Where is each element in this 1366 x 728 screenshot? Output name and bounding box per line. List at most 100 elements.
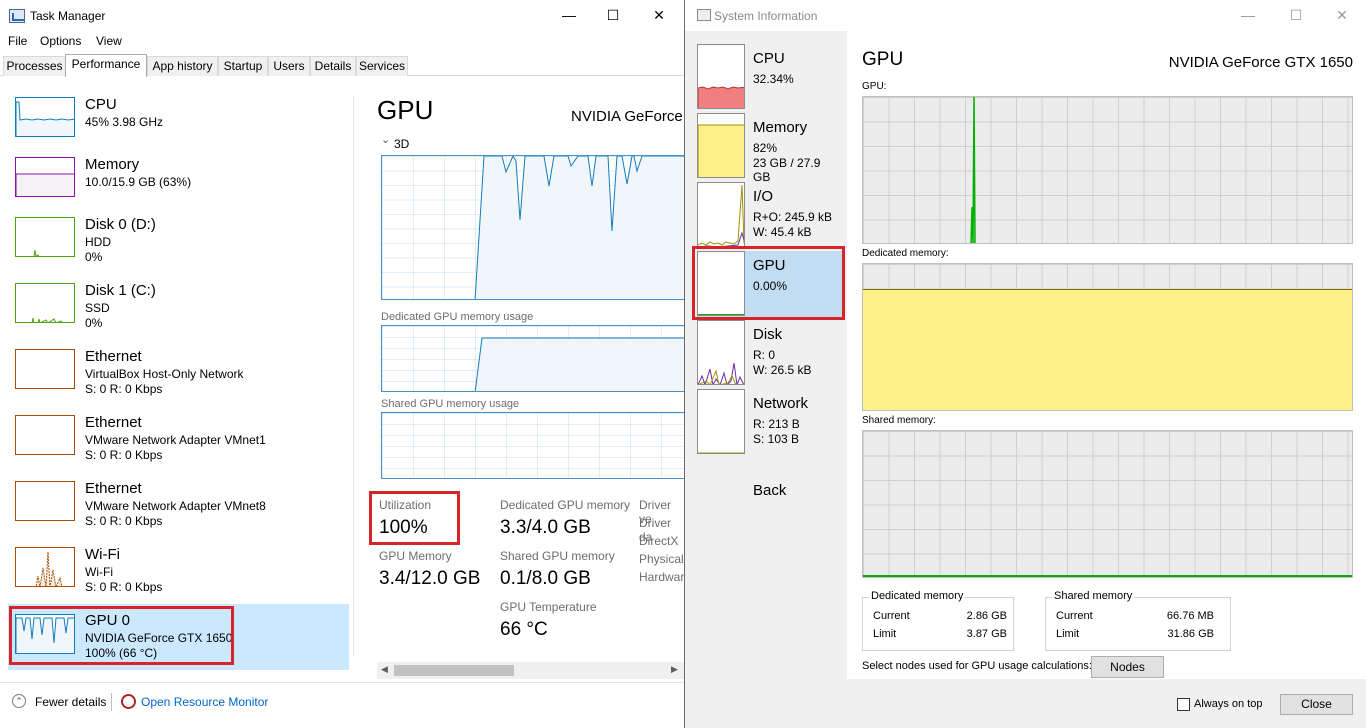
dedicated-memory-graph-label: Dedicated GPU memory usage [381, 311, 534, 323]
sidebar-item-detail: HDD [85, 235, 111, 249]
sidebar-item-ethernet-3[interactable]: Ethernet VMware Network Adapter VMnet8 S… [8, 478, 349, 544]
sidebar-item-detail-2: S: 0 R: 0 Kbps [85, 448, 163, 462]
minimize-button[interactable]: — [1225, 0, 1271, 31]
menu-options[interactable]: Options [40, 34, 81, 48]
sidebar-item-disk-0[interactable]: Disk 0 (D:) HDD 0% [8, 214, 349, 280]
panel-title: GPU [862, 49, 904, 70]
nav-item-detail-2: W: 45.4 kB [753, 225, 812, 239]
menu-bar: File Options View [0, 31, 684, 51]
tab-performance[interactable]: Performance [65, 54, 147, 77]
gpu-memory-label: GPU Memory [379, 549, 452, 563]
sidebar-item-detail: 10.0/15.9 GB (63%) [85, 175, 192, 189]
gpu-detail-panel: GPU NVIDIA GeForce GTX 1650 GPU: Dedicat… [847, 31, 1366, 679]
network-graph-icon [15, 349, 75, 389]
sidebar-item-gpu-0[interactable]: GPU 0 NVIDIA GeForce GTX 1650 100% (66 °… [8, 604, 349, 670]
nav-item-title: I/O [753, 188, 774, 205]
nav-item-gpu[interactable]: GPU 0.00% [697, 251, 843, 317]
tab-services[interactable]: Services [356, 56, 408, 76]
sidebar-item-disk-1[interactable]: Disk 1 (C:) SSD 0% [8, 280, 349, 346]
chevron-down-icon[interactable]: ⌄ [381, 133, 390, 146]
open-resource-monitor-link[interactable]: Open Resource Monitor [141, 695, 268, 709]
sidebar-item-detail-2: S: 0 R: 0 Kbps [85, 382, 163, 396]
tab-processes[interactable]: Processes [3, 56, 66, 76]
gpu-graph-icon [15, 614, 75, 654]
disk-graph-icon [15, 283, 75, 323]
fewer-details-button[interactable]: Fewer details [35, 695, 106, 709]
tab-strip: Processes Performance App history Startu… [0, 54, 684, 77]
nav-item-network[interactable]: Network R: 213 B S: 103 B [697, 389, 837, 455]
sidebar-item-detail-2: 100% (66 °C) [85, 646, 158, 660]
menu-file[interactable]: File [8, 34, 27, 48]
nav-item-memory[interactable]: Memory 82% 23 GB / 27.9 GB [697, 113, 837, 184]
dedicated-current-label: Current [873, 610, 910, 622]
title-bar[interactable]: Task Manager — ☐ ✕ [0, 0, 684, 31]
chevron-up-icon[interactable]: ⌃ [12, 694, 26, 708]
always-on-top-checkbox[interactable] [1177, 698, 1190, 711]
nav-item-title: CPU [753, 50, 785, 67]
tab-users[interactable]: Users [268, 56, 310, 76]
always-on-top-label[interactable]: Always on top [1194, 698, 1262, 710]
sidebar-item-detail-2: 0% [85, 250, 103, 264]
directx-label: DirectX [639, 534, 679, 548]
dedicated-memory-box: Dedicated memory Current 2.86 GB Limit 3… [862, 590, 1014, 651]
close-button[interactable]: ✕ [1319, 0, 1365, 31]
window-title: System Information [714, 9, 818, 23]
menu-view[interactable]: View [96, 34, 122, 48]
dedicated-memory-graph-label: Dedicated memory: [862, 248, 949, 259]
engine-selector[interactable]: 3D [394, 137, 409, 151]
sidebar-item-title: GPU 0 [85, 612, 131, 629]
task-manager-window: Task Manager — ☐ ✕ File Options View Pro… [0, 0, 684, 728]
nav-item-io[interactable]: I/O R+O: 245.9 kB W: 45.4 kB [697, 182, 837, 248]
nav-item-detail: R: 213 B [753, 417, 800, 431]
cpu-graph-icon [15, 97, 75, 137]
maximize-button[interactable]: ☐ [590, 0, 636, 31]
gpu-temperature-value: 66 °C [500, 619, 548, 640]
dedicated-limit-label: Limit [873, 628, 897, 640]
sidebar-item-wifi[interactable]: Wi-Fi Wi-Fi S: 0 R: 0 Kbps [8, 544, 349, 610]
shared-current-label: Current [1056, 610, 1093, 622]
tab-details[interactable]: Details [310, 56, 356, 76]
dedicated-limit-value: 3.87 GB [966, 628, 1007, 640]
sidebar-item-memory[interactable]: Memory 10.0/15.9 GB (63%) [8, 154, 349, 220]
back-button[interactable]: Back [753, 482, 786, 499]
gpu-graph-icon [697, 251, 745, 316]
scroll-right-icon[interactable]: ▶ [671, 664, 678, 675]
sidebar-item-detail: VMware Network Adapter VMnet1 [85, 433, 266, 447]
gpu-3d-graph [381, 155, 684, 300]
nav-item-cpu[interactable]: CPU 32.34% [697, 44, 837, 110]
nodes-button[interactable]: Nodes [1091, 656, 1164, 678]
dedicated-memory-label: Dedicated GPU memory [500, 498, 631, 512]
maximize-button[interactable]: ☐ [1273, 0, 1319, 31]
dedicated-memory-graph [862, 263, 1353, 411]
minimize-button[interactable]: — [546, 0, 592, 31]
sidebar-item-detail-2: 0% [85, 316, 103, 330]
utilization-label: Utilization [379, 498, 432, 512]
close-button[interactable]: ✕ [636, 0, 682, 31]
sidebar-item-title: Ethernet [85, 414, 142, 431]
sidebar-item-detail: Wi-Fi [85, 565, 113, 579]
close-window-button[interactable]: Close [1280, 694, 1353, 715]
sidebar-item-detail-2: S: 0 R: 0 Kbps [85, 580, 163, 594]
sidebar-item-ethernet-2[interactable]: Ethernet VMware Network Adapter VMnet1 S… [8, 412, 349, 478]
scroll-left-icon[interactable]: ◀ [381, 664, 388, 675]
nav-item-disk[interactable]: Disk R: 0 W: 26.5 kB [697, 320, 837, 386]
shared-memory-graph-label: Shared memory: [862, 415, 936, 426]
system-information-icon [697, 9, 711, 21]
sidebar-item-title: Ethernet [85, 480, 142, 497]
detail-device-name: NVIDIA GeForce GTX 1650 [571, 108, 684, 125]
horizontal-scrollbar[interactable]: ◀ ▶ [377, 662, 684, 679]
sidebar-item-title: Disk 1 (C:) [85, 282, 156, 299]
sidebar-item-cpu[interactable]: CPU 45% 3.98 GHz [8, 94, 349, 160]
shared-limit-value: 31.86 GB [1167, 628, 1214, 640]
tab-startup[interactable]: Startup [218, 56, 268, 76]
sidebar-item-ethernet-1[interactable]: Ethernet VirtualBox Host-Only Network S:… [8, 346, 349, 412]
shared-memory-legend: Shared memory [1052, 590, 1135, 602]
nav-item-detail: 0.00% [753, 279, 788, 293]
panel-device-name: NVIDIA GeForce GTX 1650 [1168, 54, 1353, 71]
scrollbar-thumb[interactable] [394, 665, 514, 676]
footer-divider [0, 682, 684, 683]
gpu-temperature-label: GPU Temperature [500, 600, 597, 614]
tab-app-history[interactable]: App history [147, 56, 218, 76]
title-bar[interactable]: System Information — ☐ ✕ [685, 0, 1366, 31]
shared-memory-graph-label: Shared GPU memory usage [381, 398, 520, 410]
